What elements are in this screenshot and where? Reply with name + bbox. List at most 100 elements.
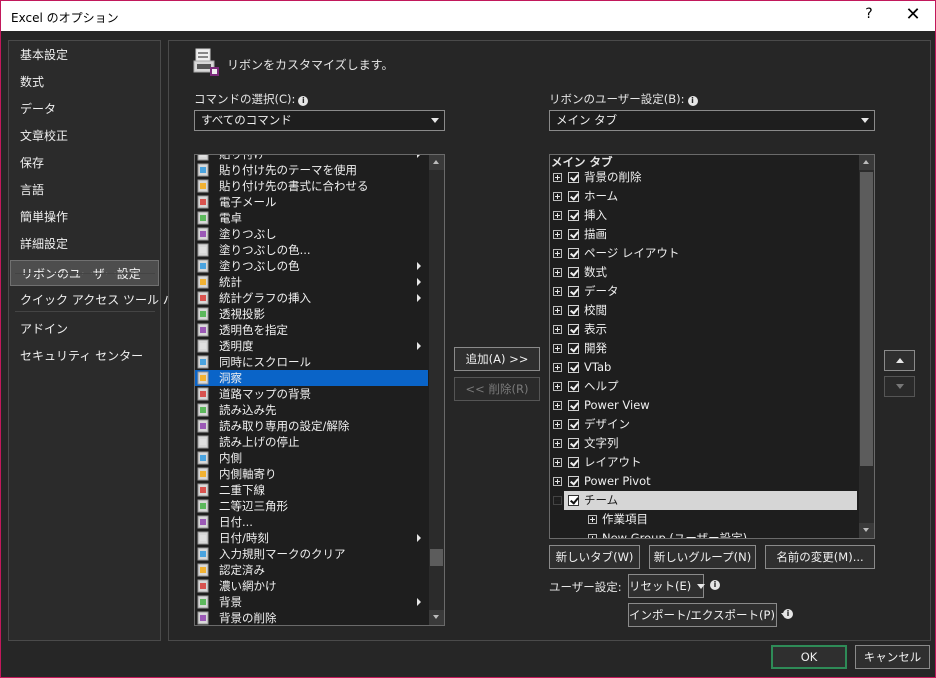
ribbon-tab-item[interactable]: 文字列 [550,434,857,453]
commands-scrollbar[interactable] [429,155,444,625]
command-item[interactable]: 認定済み [195,562,428,578]
tab-checkbox[interactable] [568,324,579,335]
commands-list[interactable]: 背景の削除 背景 濃い網かけ 認定済み 入力規則マークのクリア 日付/時刻 日付... 二等辺… [194,154,445,626]
ribbon-tab-item[interactable]: 背景の削除 [550,168,857,187]
command-item[interactable]: 読み上げの停止 [195,434,428,450]
nav-item[interactable]: 言語 [9,177,160,203]
expand-icon[interactable] [553,401,562,410]
scroll-up-button[interactable] [429,155,444,170]
command-item[interactable]: 統計 [195,274,428,290]
tab-checkbox[interactable] [568,305,579,316]
nav-item[interactable]: アドイン [9,316,160,342]
remove-button[interactable]: << 削除(R) [454,377,540,401]
ribbon-tab-item[interactable]: 数式 [550,263,857,282]
tab-checkbox[interactable] [568,476,579,487]
tab-checkbox[interactable] [568,419,579,430]
ribbon-tab-item[interactable]: 校閲 [550,301,857,320]
tab-checkbox[interactable] [568,457,579,468]
command-item[interactable]: 二重下線 [195,482,428,498]
scroll-down-button[interactable] [859,523,874,538]
scroll-up-button[interactable] [859,155,874,170]
nav-item[interactable]: 数式 [9,69,160,95]
command-item[interactable]: 透明色を指定 [195,322,428,338]
command-item[interactable]: 読み込み先 [195,402,428,418]
command-item[interactable]: 貼り付け先のテーマを使用 [195,162,428,178]
command-item[interactable]: 内側 [195,450,428,466]
expand-icon[interactable] [588,515,597,524]
expand-icon[interactable] [553,458,562,467]
import-export-button[interactable]: インポート/エクスポート(P) [628,603,789,627]
tab-checkbox[interactable] [568,438,579,449]
nav-item[interactable]: 保存 [9,150,160,176]
expand-icon[interactable] [553,344,562,353]
ribbon-tab-item[interactable]: ページ レイアウト [550,244,857,263]
nav-item[interactable]: セキュリティ センター [9,343,160,369]
tab-checkbox[interactable] [568,248,579,259]
command-item[interactable]: 道路マップの背景 [195,386,428,402]
tab-checkbox[interactable] [568,381,579,392]
command-item[interactable]: 電子メール [195,194,428,210]
ribbon-tab-item[interactable]: 表示 [550,320,857,339]
ribbon-tab-item[interactable]: 開発 [550,339,857,358]
expand-icon[interactable] [553,192,562,201]
reset-button[interactable]: リセット(E) [628,574,706,598]
expand-icon[interactable] [553,211,562,220]
rename-button[interactable]: 名前の変更(M)... [765,545,875,569]
expand-icon[interactable] [553,325,562,334]
nav-item[interactable]: 詳細設定 [9,231,160,257]
command-item[interactable]: 日付... [195,514,428,530]
command-item[interactable]: 背景 [195,594,428,610]
expand-icon[interactable] [553,420,562,429]
close-icon[interactable]: ✕ [904,4,922,25]
command-item[interactable]: 電卓 [195,210,428,226]
ok-button[interactable]: OK [771,645,847,669]
tab-checkbox[interactable] [568,495,579,506]
ribbon-tab-item[interactable]: Power View [550,396,857,415]
ribbon-tab-item[interactable]: デザイン [550,415,857,434]
expand-icon[interactable] [553,477,562,486]
expand-icon[interactable] [553,306,562,315]
ribbon-tab-item[interactable]: チーム [553,491,857,510]
ribbon-tab-item[interactable]: VTab [550,358,857,377]
ribbon-tab-item[interactable]: 描画 [550,225,857,244]
expand-icon[interactable] [553,249,562,258]
expand-icon[interactable] [553,287,562,296]
ribbon-tab-item[interactable]: データ [550,282,857,301]
command-item[interactable]: 透視投影 [195,306,428,322]
command-item[interactable]: 統計グラフの挿入 [195,290,428,306]
ribbon-tab-item[interactable]: 作業項目 [550,510,857,529]
ribbon-tab-item[interactable]: New Group (ユーザー設定) [550,529,857,538]
expand-icon[interactable] [553,439,562,448]
command-item[interactable]: 日付/時刻 [195,530,428,546]
new-tab-button[interactable]: 新しいタブ(W) [549,545,640,569]
ribbon-tab-item[interactable]: ヘルプ [550,377,857,396]
nav-item[interactable]: データ [9,96,160,122]
tab-checkbox[interactable] [568,343,579,354]
ribbon-tab-item[interactable]: Power Pivot [550,472,857,491]
tab-checkbox[interactable] [568,267,579,278]
nav-item[interactable]: クイック アクセス ツール バー [9,287,187,313]
expand-icon[interactable] [553,173,562,182]
command-item[interactable]: 入力規則マークのクリア [195,546,428,562]
scroll-thumb[interactable] [430,549,443,566]
help-icon[interactable]: ? [862,6,876,22]
ribbon-tab-item[interactable]: レイアウト [550,453,857,472]
tab-checkbox[interactable] [568,191,579,202]
tab-checkbox[interactable] [568,286,579,297]
expand-icon[interactable] [553,382,562,391]
nav-item[interactable]: 文章校正 [9,123,160,149]
move-down-button[interactable] [884,376,915,397]
tab-checkbox[interactable] [568,400,579,411]
ribbon-tree[interactable]: メイン タブ 背景の削除 ホーム 挿入 描画 ページ レイアウト 数式 データ 校閲 表示 開発 V… [549,154,875,539]
command-item[interactable]: 塗りつぶしの色 [195,258,428,274]
command-item[interactable]: 読み取り専用の設定/解除 [195,418,428,434]
cancel-button[interactable]: キャンセル [855,645,930,669]
scroll-down-button[interactable] [429,610,444,625]
command-item[interactable]: 貼り付け [195,155,428,162]
tab-checkbox[interactable] [568,210,579,221]
scroll-thumb[interactable] [860,172,873,466]
expand-icon[interactable] [588,534,597,538]
ribbon-tab-item[interactable]: 挿入 [550,206,857,225]
customize-ribbon-dropdown[interactable]: メイン タブ [549,110,875,131]
move-up-button[interactable] [884,350,915,371]
